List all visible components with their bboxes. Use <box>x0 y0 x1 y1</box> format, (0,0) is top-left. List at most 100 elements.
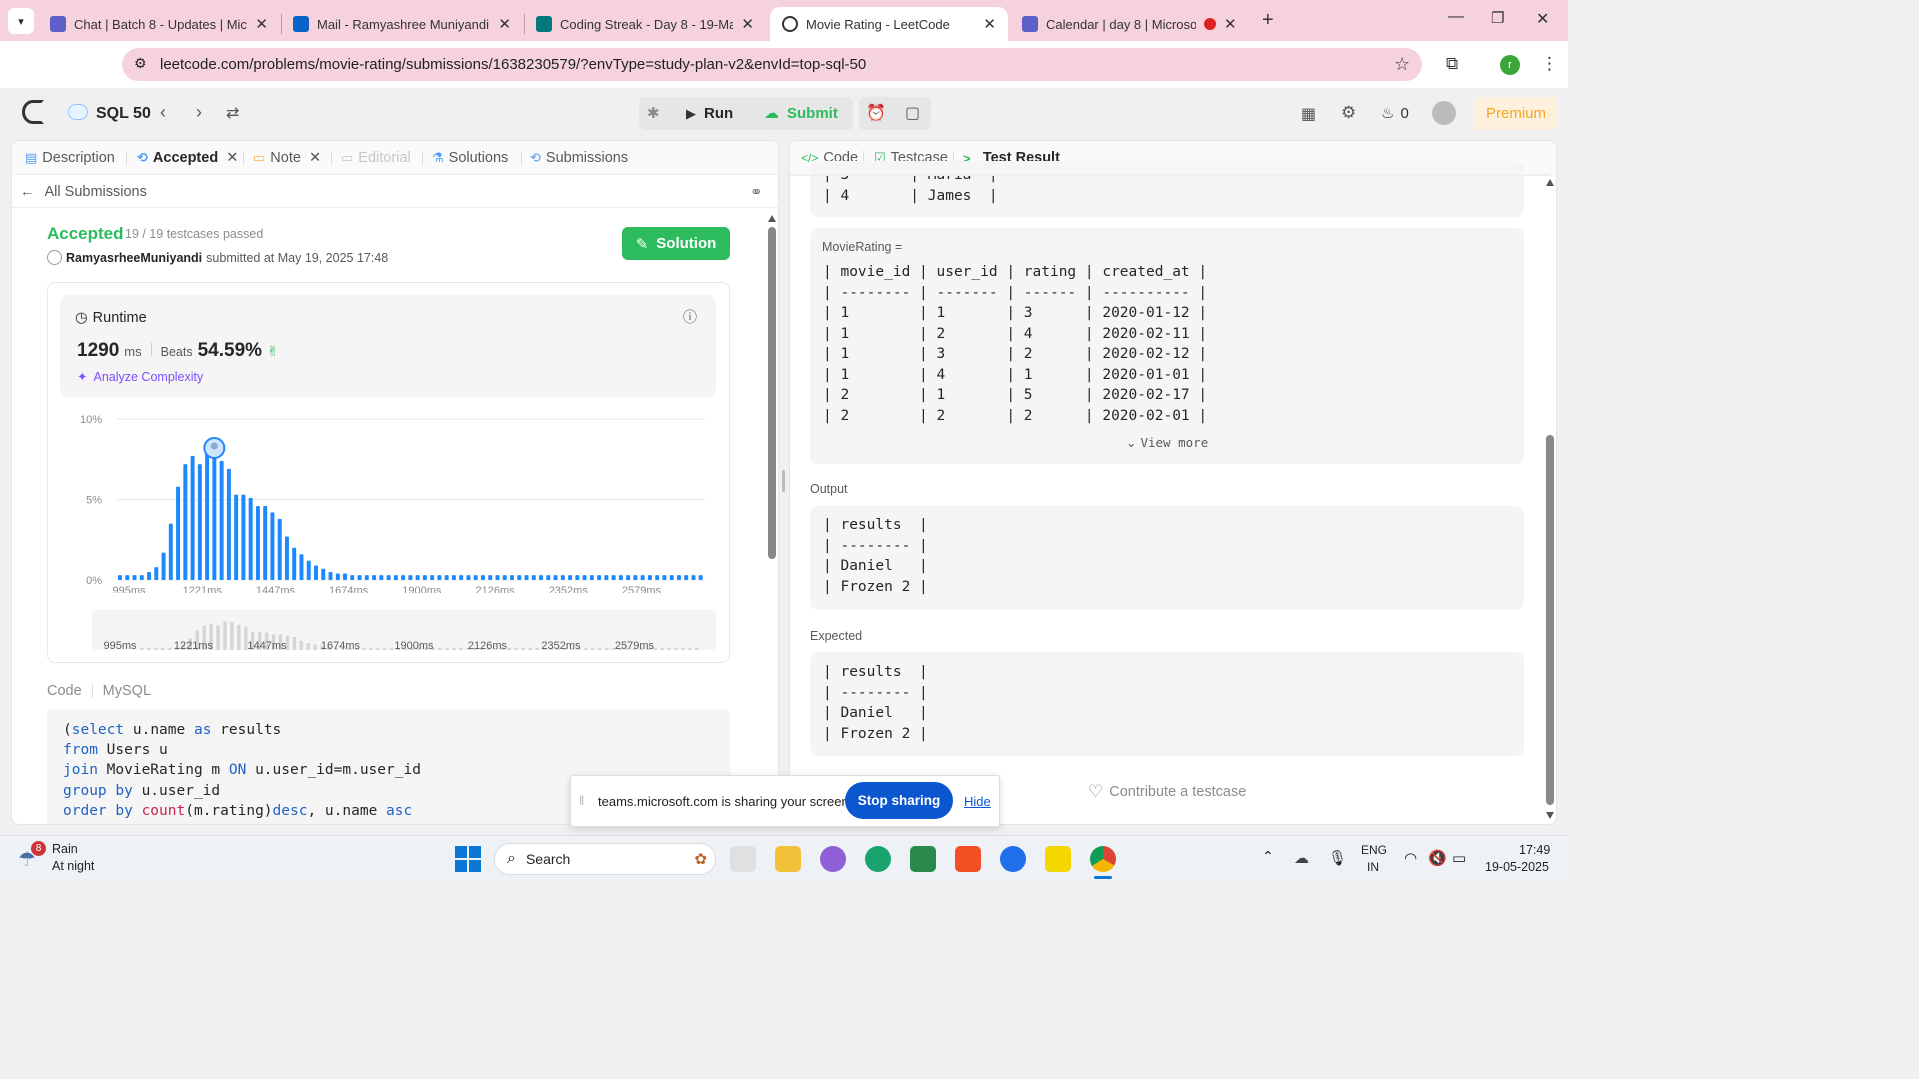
volume-muted-icon[interactable]: 🔇 <box>1428 849 1447 867</box>
timer-icon[interactable]: ⏰ <box>866 103 886 123</box>
browser-tab-mail[interactable]: Mail - Ramyashree Muniyandi - ✕ <box>281 7 523 41</box>
scroll-down-icon[interactable] <box>1546 812 1554 819</box>
study-plan-title[interactable]: SQL 50 <box>96 105 151 123</box>
clock-time[interactable]: 17:49 <box>1519 843 1550 857</box>
view-more-button[interactable]: ⌄ View more <box>1126 435 1208 450</box>
left-scrollbar-thumb[interactable] <box>768 227 776 559</box>
battery-icon[interactable]: ▭ <box>1452 849 1466 867</box>
profile-avatar[interactable]: r <box>1500 55 1520 75</box>
histogram-bar[interactable] <box>604 575 609 580</box>
close-icon[interactable]: ✕ <box>1224 15 1237 33</box>
histogram-bar[interactable] <box>357 575 362 580</box>
histogram-bar[interactable] <box>408 575 413 580</box>
histogram-bar[interactable] <box>125 575 130 580</box>
close-window-button[interactable]: ✕ <box>1536 9 1549 29</box>
tab-note[interactable]: ▭ Note ✕ <box>253 150 321 166</box>
histogram-bar[interactable] <box>676 575 681 580</box>
browser-tab-calendar[interactable]: Calendar | day 8 | Microsoft ✕ <box>1010 7 1252 41</box>
histogram-bar[interactable] <box>597 575 602 580</box>
histogram-bar[interactable] <box>611 575 616 580</box>
histogram-bar[interactable] <box>379 575 384 580</box>
histogram-bar[interactable] <box>698 575 703 580</box>
histogram-bar[interactable] <box>386 575 391 580</box>
tab-search-icon[interactable]: ▾ <box>8 8 34 34</box>
histogram-bar[interactable] <box>488 575 493 580</box>
histogram-bar[interactable] <box>560 575 565 580</box>
histogram-bar[interactable] <box>430 575 435 580</box>
stop-sharing-button[interactable]: Stop sharing <box>845 782 953 819</box>
histogram-bar[interactable] <box>422 575 427 580</box>
histogram-bar[interactable] <box>517 575 522 580</box>
histogram-bar[interactable] <box>292 547 297 580</box>
histogram-bar[interactable] <box>335 573 340 580</box>
minimize-button[interactable]: — <box>1448 8 1464 26</box>
chevron-up-icon[interactable]: ⌃ <box>1262 848 1274 865</box>
leetcode-logo[interactable] <box>22 100 44 124</box>
bookmark-star-icon[interactable]: ☆ <box>1394 54 1410 75</box>
histogram-bar[interactable] <box>480 575 485 580</box>
histogram-bar[interactable] <box>255 505 260 580</box>
histogram-bar[interactable] <box>647 575 652 580</box>
histogram-bar[interactable] <box>190 456 195 580</box>
site-info-icon[interactable]: ⚙ <box>134 55 147 72</box>
histogram-bar[interactable] <box>139 575 144 580</box>
histogram-bar[interactable] <box>437 575 442 580</box>
histogram-bar[interactable] <box>314 565 318 580</box>
histogram-bar[interactable] <box>589 575 594 580</box>
close-icon[interactable]: ✕ <box>255 15 268 33</box>
histogram-bar[interactable] <box>401 575 406 580</box>
submitter-name[interactable]: RamyasrheeMuniyandi <box>66 251 202 265</box>
histogram-bar[interactable] <box>132 575 137 580</box>
browser-menu-icon[interactable]: ⋮ <box>1541 54 1558 74</box>
histogram-bar[interactable] <box>451 575 456 580</box>
tab-description[interactable]: ▤ Description <box>25 150 115 166</box>
histogram-bar[interactable] <box>226 468 231 580</box>
histogram-bar[interactable] <box>343 573 348 580</box>
histogram-bar[interactable] <box>234 494 239 580</box>
debug-icon[interactable]: ✱ <box>647 104 660 122</box>
histogram-bar[interactable] <box>350 575 355 580</box>
windows-start-icon[interactable] <box>455 846 481 872</box>
weather-widget[interactable]: ☂ 8 <box>18 841 46 871</box>
panel-resize-handle[interactable] <box>782 470 785 492</box>
microphone-icon[interactable]: 🎙 <box>1328 849 1347 867</box>
analyze-complexity-link[interactable]: ✦ Analyze Complexity <box>77 369 203 385</box>
histogram-bar[interactable] <box>393 575 398 580</box>
histogram-bar[interactable] <box>212 447 217 580</box>
close-icon[interactable]: ✕ <box>309 150 321 166</box>
histogram-bar[interactable] <box>168 523 173 580</box>
tab-submissions[interactable]: ⟲ Submissions <box>530 150 628 166</box>
close-icon[interactable]: ✕ <box>226 150 238 166</box>
shuffle-icon[interactable]: ⇄ <box>226 103 239 123</box>
histogram-bar[interactable] <box>277 518 282 580</box>
app-icon[interactable] <box>910 846 936 872</box>
histogram-bar[interactable] <box>183 464 188 580</box>
settings-gear-icon[interactable]: ⚙ <box>1341 103 1356 123</box>
histogram-bar[interactable] <box>640 575 645 580</box>
store-icon[interactable] <box>955 846 981 872</box>
bluetooth-app-icon[interactable] <box>1000 846 1026 872</box>
histogram-bar[interactable] <box>197 464 202 580</box>
browser-tab-leetcode[interactable]: Movie Rating - LeetCode ✕ <box>770 7 1008 41</box>
taskbar-search[interactable]: ⌕ Search ✿ <box>494 843 716 875</box>
tab-accepted[interactable]: ⟲ Accepted ✕ <box>137 150 238 166</box>
histogram-bar[interactable] <box>219 460 224 580</box>
histogram-bar[interactable] <box>575 575 580 580</box>
info-icon[interactable]: ⓘ <box>683 307 697 327</box>
histogram-bar[interactable] <box>270 512 275 580</box>
histogram-bar[interactable] <box>444 575 449 580</box>
browser-tab-chat[interactable]: Chat | Batch 8 - Updates | Micro ✕ <box>38 7 280 41</box>
histogram-bar[interactable] <box>568 575 573 580</box>
histogram-bar[interactable] <box>147 571 152 580</box>
close-icon[interactable]: ✕ <box>498 15 511 33</box>
histogram-bar[interactable] <box>502 575 507 580</box>
histogram-bar[interactable] <box>626 575 631 580</box>
close-icon[interactable]: ✕ <box>983 15 996 33</box>
next-problem-icon[interactable]: › <box>196 102 202 123</box>
share-link-icon[interactable]: ⚭ <box>750 183 763 201</box>
tab-editorial[interactable]: ▭ Editorial <box>341 150 411 166</box>
histogram-bar[interactable] <box>655 575 660 580</box>
right-scrollbar-thumb[interactable] <box>1546 435 1554 805</box>
histogram-bar[interactable] <box>306 560 311 580</box>
histogram-bar[interactable] <box>466 575 471 580</box>
